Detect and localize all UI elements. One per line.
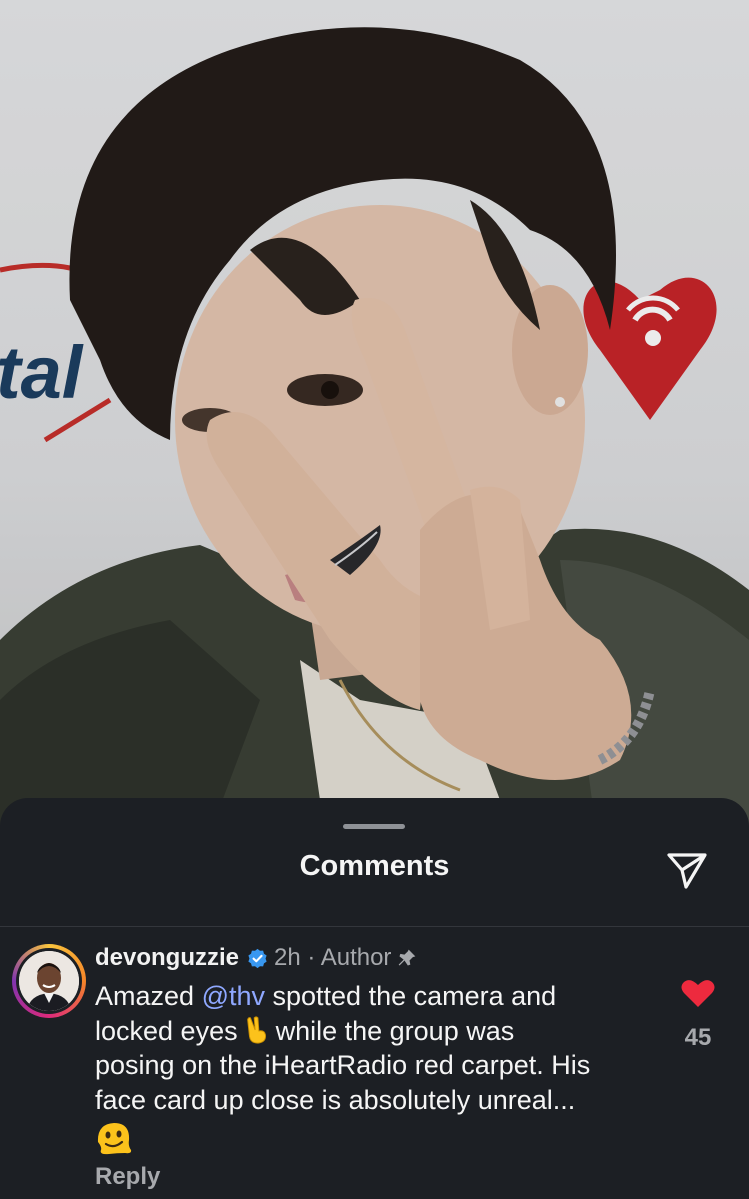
send-button[interactable] xyxy=(664,848,710,892)
comments-sheet: Comments devonguzzie 2h · Author Amazed … xyxy=(0,798,749,1199)
mention-link[interactable]: @thv xyxy=(202,981,265,1011)
portrait-photo: tal xyxy=(0,0,749,860)
avatar-image xyxy=(19,951,79,1011)
post-photo: tal xyxy=(0,0,749,860)
reply-button[interactable]: Reply xyxy=(95,1163,160,1191)
sheet-grabber[interactable] xyxy=(343,824,405,829)
verified-badge-icon xyxy=(248,948,267,968)
melting-face-emoji xyxy=(97,1123,132,1155)
like-count: 45 xyxy=(684,1024,712,1051)
pin-icon xyxy=(399,949,416,966)
send-icon xyxy=(667,853,707,889)
heart-icon[interactable] xyxy=(680,978,716,1008)
comment-meta: devonguzzie 2h · Author xyxy=(95,943,417,973)
victory-hand-emoji xyxy=(246,1015,266,1044)
comment-time-author: 2h · Author xyxy=(274,944,392,971)
comment-text: Amazed @thv spotted the camera and locke… xyxy=(95,979,655,1158)
username[interactable]: devonguzzie xyxy=(95,944,239,972)
sheet-divider xyxy=(0,926,749,927)
avatar[interactable] xyxy=(12,944,86,1018)
sheet-title: Comments xyxy=(299,850,450,882)
